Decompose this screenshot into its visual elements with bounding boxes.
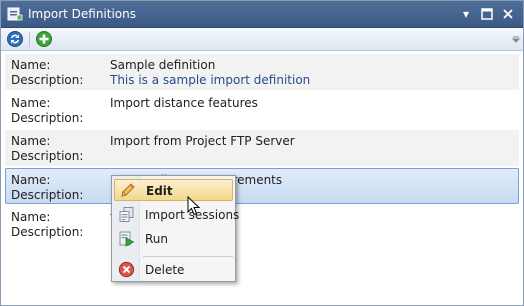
description-label: Description: — [11, 188, 84, 202]
run-icon — [119, 231, 135, 247]
name-label: Name: — [11, 134, 51, 148]
name-label: Name: — [11, 58, 51, 72]
definition-description: This is a sample import definition — [110, 73, 311, 87]
import-definitions-app-icon — [7, 7, 23, 21]
add-icon[interactable] — [35, 30, 53, 48]
list-item[interactable]: Name: Description: Sample definition Thi… — [5, 54, 519, 90]
description-label: Description: — [11, 225, 84, 239]
list-item[interactable]: Name: Description: t — [5, 206, 519, 242]
refresh-icon[interactable] — [6, 30, 24, 48]
description-label: Description: — [11, 149, 84, 163]
name-label: Name: — [11, 96, 51, 110]
definition-name: Sample definition — [110, 58, 216, 72]
window-title: Import Definitions — [28, 7, 136, 21]
definition-name: Import distance features — [110, 96, 258, 110]
sessions-icon — [119, 207, 134, 222]
name-label: Name: — [11, 173, 51, 187]
title-bar[interactable]: Import Definitions ▾ — [1, 1, 523, 28]
maximize-icon[interactable] — [479, 6, 495, 22]
definition-name: Import from Project FTP Server — [110, 134, 295, 148]
context-menu-delete-label: Delete — [145, 263, 185, 277]
delete-icon — [118, 261, 135, 278]
toolbar-separator — [29, 32, 30, 47]
import-definitions-window: Import Definitions ▾ Name: Description: — [0, 0, 524, 306]
context-menu: Edit Import sessions Run Delete — [111, 175, 239, 282]
toolbar — [1, 28, 523, 51]
context-menu-edit[interactable]: Edit — [114, 179, 233, 201]
context-menu-import-sessions[interactable]: Import sessions — [114, 204, 239, 226]
description-label: Description: — [11, 111, 84, 125]
list-item[interactable]: Name: Description: Import from Project F… — [5, 130, 519, 166]
name-label: Name: — [11, 210, 51, 224]
list-item-selected[interactable]: Name: Description: Import all 3D measure… — [5, 168, 519, 204]
description-label: Description: — [11, 73, 84, 87]
context-menu-run-label: Run — [145, 232, 169, 246]
close-icon[interactable] — [500, 6, 516, 22]
mouse-pointer-icon — [187, 196, 201, 216]
context-menu-delete[interactable]: Delete — [114, 259, 233, 281]
context-menu-run[interactable]: Run — [114, 228, 233, 250]
toolbar-overflow-icon[interactable] — [512, 35, 520, 43]
list-item[interactable]: Name: Description: Import distance featu… — [5, 92, 519, 128]
pencil-icon — [121, 183, 135, 197]
pin-dropdown-button[interactable]: ▾ — [458, 6, 474, 22]
context-menu-separator — [143, 256, 233, 257]
context-menu-edit-label: Edit — [146, 184, 173, 198]
